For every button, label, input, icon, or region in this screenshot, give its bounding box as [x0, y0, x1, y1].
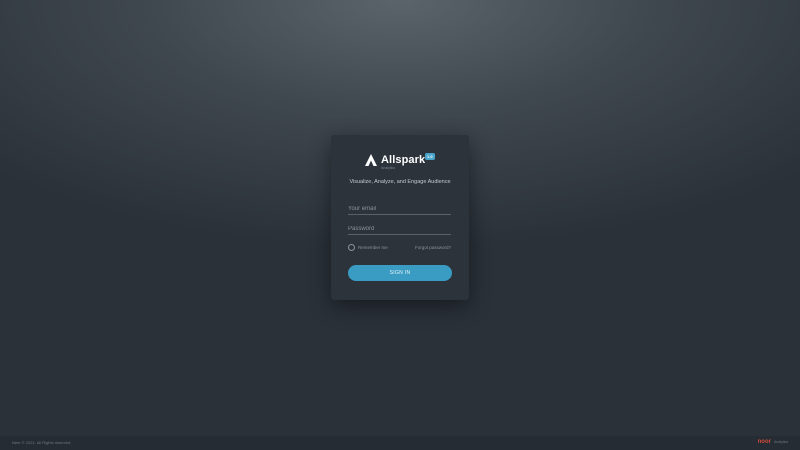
email-field[interactable]: [348, 204, 451, 215]
logo: Allspark: [365, 151, 425, 169]
remember-me-checkbox[interactable]: [348, 244, 355, 251]
forgot-password-link[interactable]: Forgot password?: [415, 245, 451, 250]
footer: Neer © 2021. All Rights reserved. noor A…: [0, 436, 800, 450]
tagline: Visualize, Analyze, and Engage Audience: [349, 179, 451, 185]
allspark-logo-icon: [365, 154, 377, 166]
sub-brand: Analytics: [381, 166, 396, 170]
remember-me[interactable]: Remember me: [348, 244, 388, 251]
footer-brand: noor Analytics: [758, 439, 788, 445]
password-field[interactable]: [348, 224, 451, 235]
copyright: Neer © 2021. All Rights reserved.: [12, 440, 72, 445]
footer-logo: noor: [757, 439, 771, 445]
footer-brand-tagline: Analytics: [773, 440, 788, 444]
version-badge: 1.0: [425, 153, 435, 160]
brand-name: Allspark: [381, 154, 426, 166]
remember-me-label: Remember me: [358, 245, 388, 250]
signin-button[interactable]: SIGN IN: [348, 265, 452, 281]
login-card: Allspark 1.0 Analytics Visualize, Analyz…: [331, 135, 469, 300]
